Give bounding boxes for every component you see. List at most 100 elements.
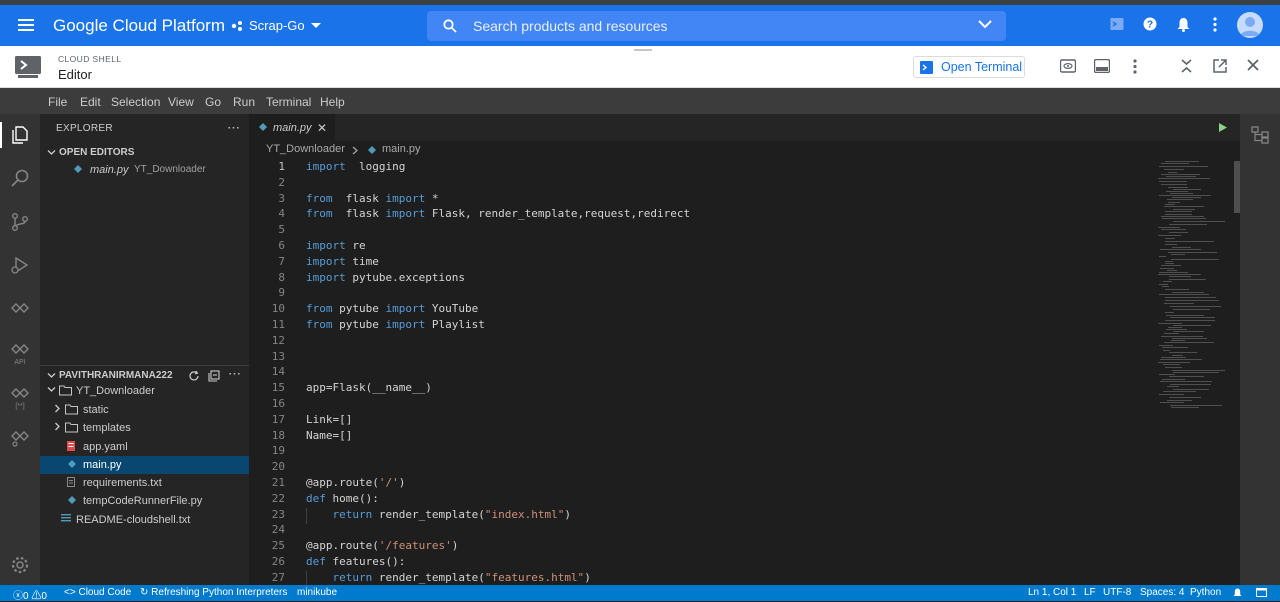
minimap[interactable] [1154,159,1234,585]
code-line[interactable]: 2 [249,176,1154,192]
indentation[interactable]: Spaces: 4 [1140,587,1184,598]
cloud-apis-icon[interactable]: API [10,340,30,366]
structure-outline-icon[interactable] [1251,126,1269,144]
breadcrumb-file[interactable]: main.py [382,143,421,155]
close-icon[interactable] [1247,59,1259,71]
cloud-shell-icon[interactable] [1110,17,1124,31]
collapse-all-icon[interactable] [208,370,220,382]
code-line[interactable]: 15 app=Flask(__name__) [249,381,1154,397]
help-icon[interactable]: ? [1143,17,1157,31]
tab-main-py[interactable]: main.py ✕ [249,114,335,141]
code-line[interactable]: 13 [249,350,1154,366]
menu-run[interactable]: Run [233,95,255,109]
refresh-icon[interactable] [188,370,200,382]
toggle-panel-icon[interactable] [1094,59,1110,73]
tree-item-tempcoderunner[interactable]: tempCodeRunnerFile.py [40,492,249,510]
run-debug-icon[interactable] [10,255,30,275]
more-options-icon[interactable] [1213,17,1217,32]
code-line[interactable]: 21 @app.route('/') [249,476,1154,492]
code-editor[interactable]: 1 import logging 2 3 from flask import * 4 fro… [249,159,1154,585]
code-line[interactable]: 18 Name=[] [249,429,1154,445]
secret-manager-icon[interactable]: [**] [10,384,30,410]
run-python-file-icon[interactable] [1218,122,1228,133]
tree-item-app-yaml[interactable]: app.yaml [40,438,249,456]
code-line[interactable]: 3 from flask import * [249,192,1154,208]
project-selector[interactable]: Scrap-Go [231,18,321,33]
code-line[interactable]: 10 from pytube import YouTube [249,302,1154,318]
menu-terminal[interactable]: Terminal [266,95,311,109]
feedback-icon[interactable] [1256,588,1267,598]
code-line[interactable]: 8 import pytube.exceptions [249,271,1154,287]
explorer-more-icon[interactable]: ⋯ [227,120,240,136]
gcp-brand[interactable]: Google Cloud Platform [53,16,225,36]
tree-item-main-py[interactable]: main.py [40,456,249,474]
code-line[interactable]: 12 [249,334,1154,350]
task-status[interactable]: ↻ Refreshing Python Interpreters [140,587,287,598]
code-line[interactable]: 22 def home(): [249,492,1154,508]
menu-file[interactable]: File [48,95,67,109]
search-icon[interactable] [10,168,30,188]
menu-edit[interactable]: Edit [80,95,101,109]
search-expand-chevron-icon[interactable] [978,19,992,29]
source-control-icon[interactable] [10,212,30,232]
code-line[interactable]: 1 import logging [249,160,1154,176]
breadcrumb-folder[interactable]: YT_Downloader [266,143,345,155]
language-mode[interactable]: Python [1190,587,1221,598]
user-avatar[interactable] [1237,12,1263,38]
code-line[interactable]: 11 from pytube import Playlist [249,318,1154,334]
cloud-code-icon[interactable] [10,298,30,318]
tree-item-templates[interactable]: templates [40,419,249,437]
menu-help[interactable]: Help [320,95,345,109]
tab-close-icon[interactable]: ✕ [317,121,327,135]
code-line[interactable]: 27 return render_template("features.html… [249,570,1154,585]
problems-indicator[interactable]: ⓧ0 ⚠0 [13,587,47,602]
code-line[interactable]: 24 [249,523,1154,539]
code-line[interactable]: 14 [249,365,1154,381]
open-new-window-icon[interactable] [1213,59,1227,73]
encoding[interactable]: UTF-8 [1103,587,1131,598]
code-line[interactable]: 4 from flask import Flask, render_templat… [249,207,1154,223]
web-preview-icon[interactable] [1060,59,1076,73]
code-line[interactable]: 25 @app.route('/features') [249,539,1154,555]
tree-item-yt-downloader[interactable]: YT_Downloader [40,382,249,400]
notifications-bell-icon[interactable] [1233,588,1242,598]
minimap-line [1159,195,1211,196]
code-line[interactable]: 26 def features(): [249,555,1154,571]
menu-view[interactable]: View [168,95,194,109]
shell-more-options-icon[interactable] [1133,59,1137,74]
code-line[interactable]: 6 import re [249,239,1154,255]
cursor-position[interactable]: Ln 1, Col 1 [1028,587,1076,598]
tree-item-requirements[interactable]: requirements.txt [40,474,249,492]
panel-drag-handle[interactable] [634,49,652,51]
editor-scrollbar[interactable] [1232,159,1240,585]
line-ending[interactable]: LF [1084,587,1096,598]
cloud-code-status[interactable]: <> Cloud Code [64,587,131,598]
code-line[interactable]: 19 [249,444,1154,460]
code-line[interactable]: 23 return render_template("index.html") [249,507,1154,524]
kubernetes-icon[interactable] [10,427,30,447]
tree-item-readme[interactable]: README-cloudshell.txt [40,511,249,529]
minimize-icon[interactable] [1180,59,1193,73]
code-line[interactable]: 5 [249,223,1154,239]
explorer-files-icon[interactable] [10,125,30,145]
workspace-more-icon[interactable]: ⋯ [228,366,241,382]
notifications-bell-icon[interactable] [1177,17,1190,32]
open-editor-item[interactable]: main.py YT_Downloader [40,161,249,179]
tree-item-static[interactable]: static [40,401,249,419]
code-line[interactable]: 17 Link=[] [249,413,1154,429]
menu-go[interactable]: Go [205,95,221,109]
search-bar[interactable]: Search products and resources [427,11,1006,41]
cluster-status[interactable]: minikube [297,587,337,598]
code-line[interactable]: 16 [249,397,1154,413]
open-terminal-button[interactable]: Open Terminal [913,56,1025,78]
open-editors-header[interactable]: OPEN EDITORS [40,143,249,163]
settings-gear-icon[interactable] [10,555,30,575]
hamburger-menu-icon[interactable] [17,16,35,34]
menu-selection[interactable]: Selection [111,95,160,109]
code-text: app=Flask(__name__) [306,381,432,394]
cloud-shell-label: CLOUD SHELL [58,54,122,64]
code-token: from [306,302,333,316]
code-line[interactable]: 20 [249,460,1154,476]
code-line[interactable]: 7 import time [249,255,1154,271]
code-line[interactable]: 9 [249,286,1154,302]
